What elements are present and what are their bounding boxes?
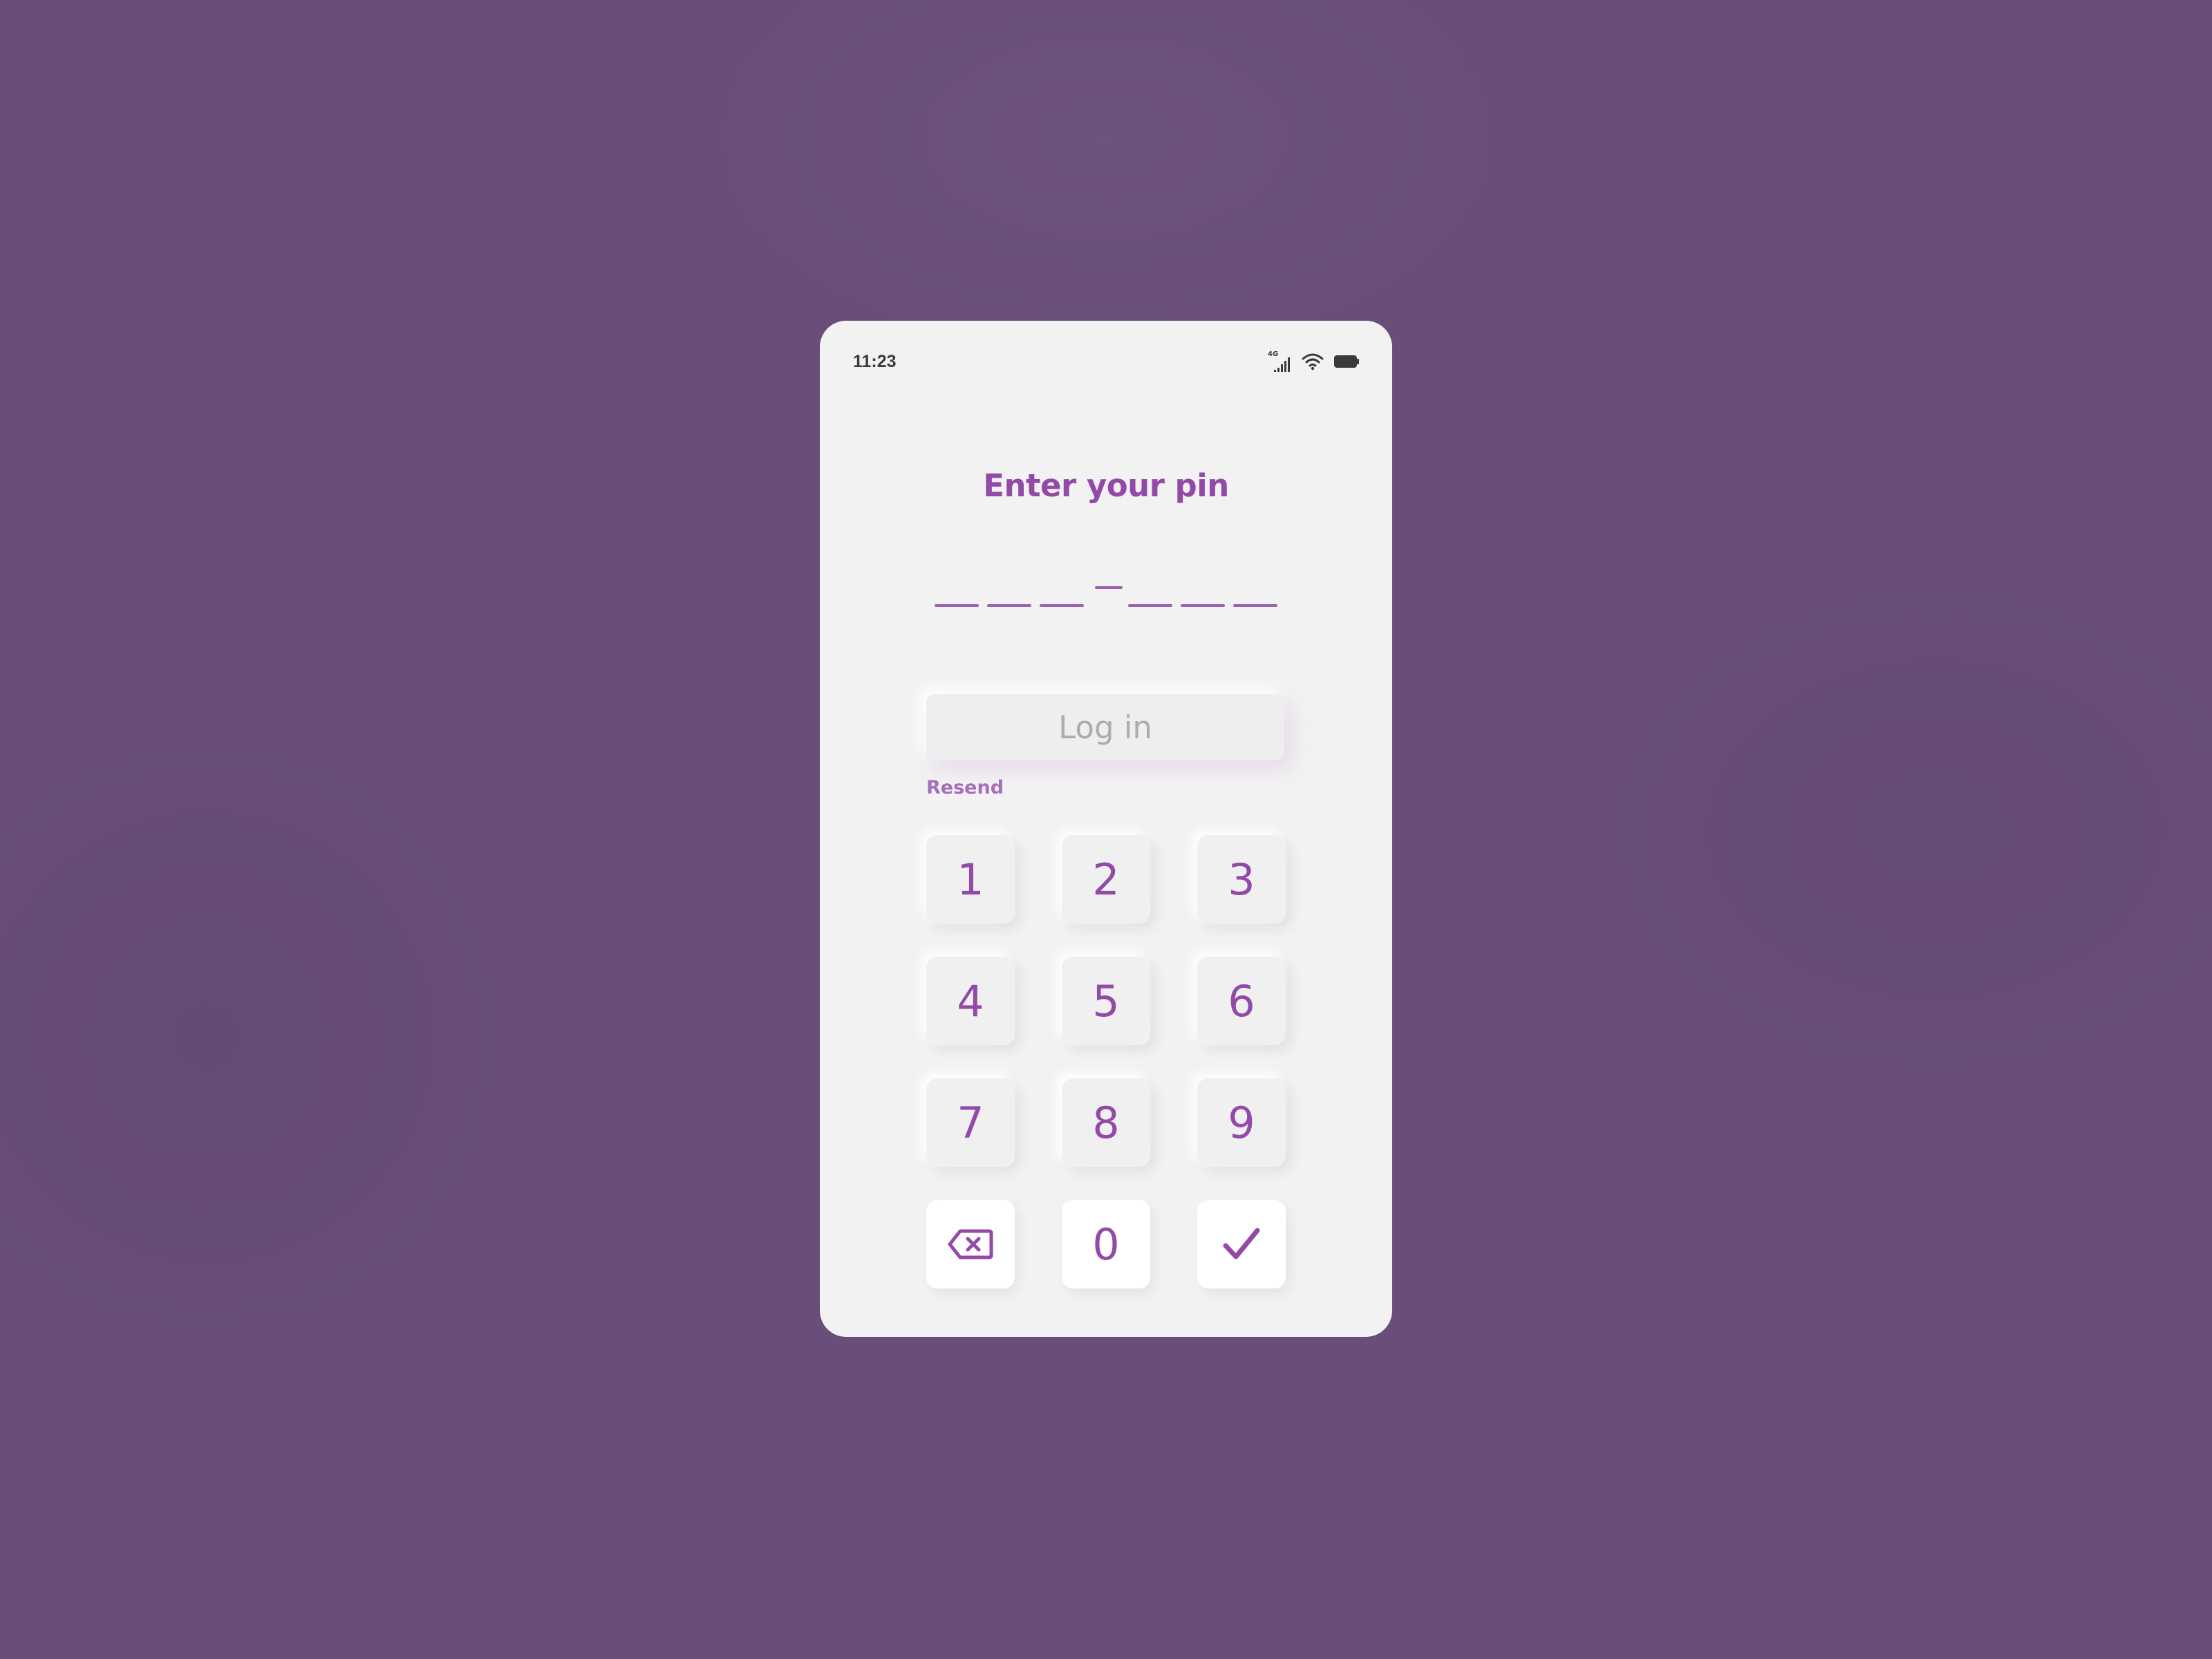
key-0[interactable]: 0	[1062, 1200, 1150, 1288]
key-3[interactable]: 3	[1197, 835, 1286, 924]
key-4[interactable]: 4	[926, 957, 1015, 1045]
phone-screen: 11:23 4G Enter your pin Log in Resend 1 …	[820, 321, 1392, 1337]
backspace-icon	[948, 1228, 993, 1260]
page-title: Enter your pin	[983, 467, 1229, 504]
checkmark-icon	[1222, 1226, 1261, 1262]
confirm-button[interactable]	[1197, 1200, 1286, 1288]
key-6[interactable]: 6	[1197, 957, 1286, 1045]
key-2[interactable]: 2	[1062, 835, 1150, 924]
network-label: 4G	[1268, 350, 1278, 358]
key-1[interactable]: 1	[926, 835, 1015, 924]
pin-slot-1	[935, 604, 979, 607]
status-icons: 4G	[1268, 350, 1359, 373]
wifi-icon	[1301, 351, 1324, 372]
key-5[interactable]: 5	[1062, 957, 1150, 1045]
resend-link[interactable]: Resend	[926, 777, 1004, 798]
login-button[interactable]: Log in	[926, 694, 1284, 760]
status-bar: 11:23 4G	[853, 344, 1359, 379]
key-7[interactable]: 7	[926, 1078, 1015, 1167]
pin-input[interactable]	[935, 570, 1280, 611]
pin-slot-6	[1233, 604, 1277, 607]
pin-slot-4	[1128, 604, 1172, 607]
key-8[interactable]: 8	[1062, 1078, 1150, 1167]
pin-slot-3	[1040, 604, 1084, 607]
keypad: 1 2 3 4 5 6 7 8 9 0	[926, 835, 1286, 1293]
signal-icon: 4G	[1268, 350, 1291, 373]
backspace-button[interactable]	[926, 1200, 1015, 1288]
status-time: 11:23	[853, 351, 897, 371]
key-9[interactable]: 9	[1197, 1078, 1286, 1167]
pin-cursor	[1095, 586, 1123, 589]
pin-slot-5	[1181, 604, 1225, 607]
pin-slot-2	[987, 604, 1031, 607]
battery-icon	[1334, 354, 1359, 369]
title-container: Enter your pin	[820, 467, 1392, 504]
